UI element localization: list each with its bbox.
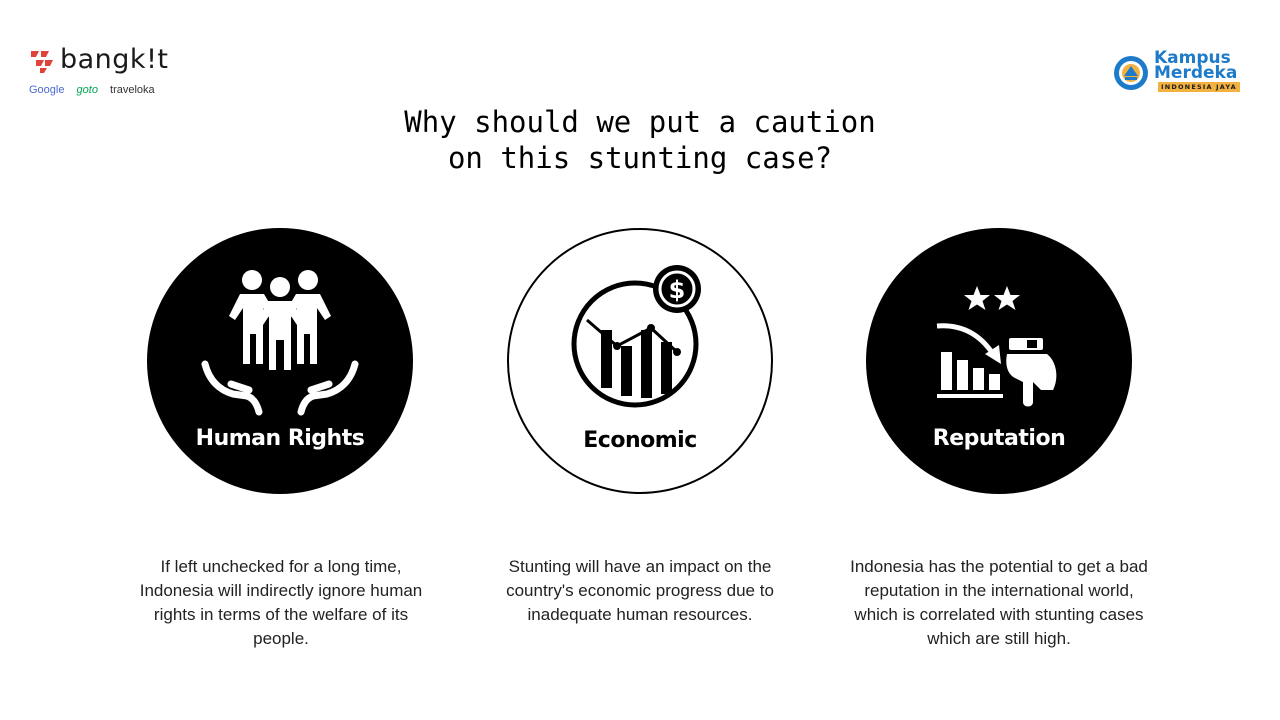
rating-stars-icon [964,286,1020,310]
human-rights-circle: Human Rights [147,228,413,494]
card-label-reputation: Reputation [932,426,1066,451]
tut-wuri-handayani-emblem-icon [1114,56,1148,90]
bangkit-logo: bangk!t Google goto traveloka [28,44,178,102]
card-label-economic: Economic [583,428,697,453]
kampus-merdeka-logo: Kampus Merdeka INDONESIA JAYA [1112,48,1252,98]
description-reputation: Indonesia has the potential to get a bad… [850,557,1148,648]
economic-circle: $ Economic [507,228,773,494]
bangkit-mark-icon [31,51,53,73]
reputation-circle: Reputation [866,228,1132,494]
brand-name: bangk!t [60,44,169,75]
title-line-1: Why should we put a caution [404,105,876,139]
reputation-decline-icon [936,286,1057,407]
pointing-hand-icon [1006,338,1057,407]
merdeka-text: Merdeka [1154,63,1238,83]
description-human-rights: If left unchecked for a long time, Indon… [139,557,423,648]
economic-decline-chart-icon: $ [571,265,701,408]
partner-traveloka: traveloka [110,84,155,96]
title-line-2: on this stunting case? [447,141,833,175]
people-in-hands-icon [201,270,359,416]
dollar-sign: $ [669,276,686,304]
page-title: Why should we put a caution on this stun… [300,104,980,176]
partner-google: Google [29,84,65,96]
partner-goto: goto [76,84,98,96]
partner-logos: Google goto traveloka [29,84,164,96]
card-label-human-rights: Human Rights [195,426,365,451]
indonesia-jaya-banner: INDONESIA JAYA [1158,82,1240,92]
description-economic: Stunting will have an impact on the coun… [506,557,774,624]
